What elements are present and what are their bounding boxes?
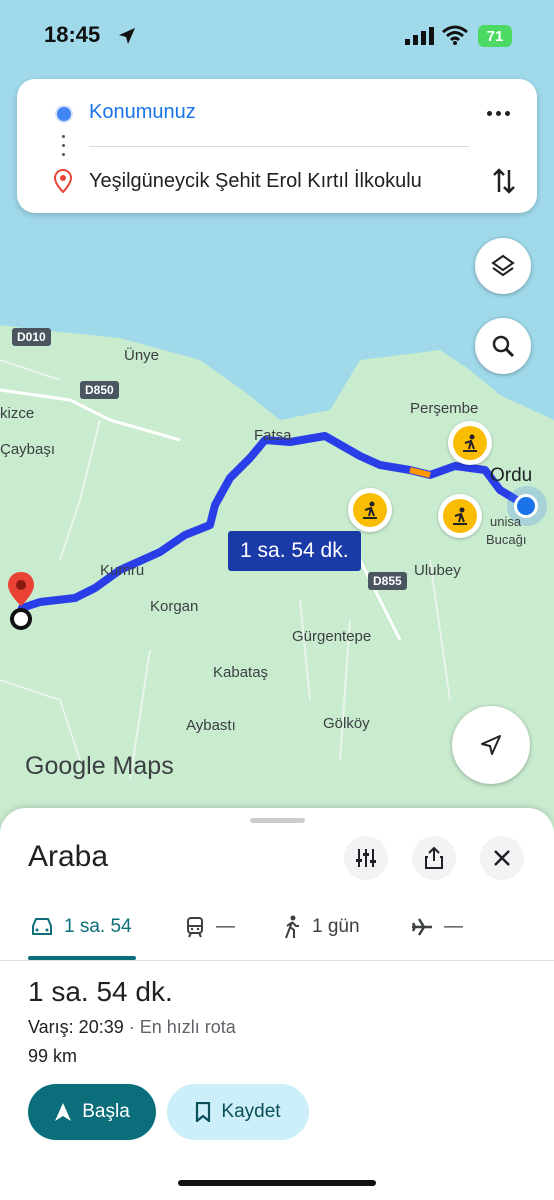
save-button[interactable]: Kaydet: [167, 1084, 309, 1140]
road-badge-d850: D850: [80, 381, 119, 399]
google-maps-logo: Google Maps: [25, 752, 174, 780]
tab-transit-label: —: [216, 916, 235, 937]
map-label-unisa: unisa: [490, 514, 522, 529]
location-arrow-icon: [118, 27, 136, 50]
airplane-icon: [411, 918, 432, 936]
destination-field[interactable]: Yeşilgüneycik Şehit Erol Kırtıl İlkokulu: [89, 170, 422, 193]
tab-walk[interactable]: 1 gün: [282, 912, 360, 942]
bookmark-icon: [196, 1102, 211, 1122]
train-icon: [187, 917, 203, 938]
map-label-kabatas: Kabataş: [213, 664, 269, 681]
navigation-icon: [55, 1103, 72, 1121]
route-eta-label[interactable]: 1 sa. 54 dk.: [228, 531, 361, 571]
start-button-label: Başla: [82, 1101, 130, 1122]
battery-level: 71: [486, 27, 504, 45]
more-options-icon[interactable]: [487, 105, 517, 121]
road-badge-d855: D855: [368, 572, 407, 590]
tab-walk-label: 1 gün: [312, 916, 360, 937]
car-icon: [32, 918, 52, 935]
map-label-ulubey: Ulubey: [414, 562, 461, 579]
sheet-title: Araba: [28, 840, 109, 873]
destination-pin-icon: [4, 570, 38, 637]
map-label-ordu: Ordu: [490, 465, 533, 486]
map-label-caybasi: Çaybaşı: [0, 441, 56, 458]
arrival-time: Varış: 20:39: [28, 1017, 124, 1037]
field-divider: [89, 146, 469, 147]
road-badge-d010: D010: [12, 328, 51, 346]
arrival-info: Varış: 20:39 · En hızlı rota: [28, 1017, 236, 1038]
tab-transit[interactable]: —: [184, 912, 235, 942]
sheet-drag-handle[interactable]: [250, 818, 305, 823]
map-label-fatsa: Fatsa: [254, 427, 292, 444]
tab-flight-label: —: [444, 916, 463, 937]
route-card: Konumunuz Yeşilgüneycik Şehit Erol Kırtı…: [17, 79, 537, 213]
status-time: 18:45: [44, 22, 101, 47]
navigation-arrow-icon: [481, 735, 501, 755]
signal-icon: [404, 27, 434, 50]
layers-button[interactable]: [475, 238, 531, 294]
close-button[interactable]: [480, 836, 524, 880]
map-label-golkoy: Gölköy: [323, 715, 370, 732]
walking-icon: [285, 915, 299, 939]
route-duration: 1 sa. 54 dk.: [28, 976, 173, 1007]
route-distance: 99 km: [28, 1046, 78, 1066]
save-button-label: Kaydet: [221, 1101, 281, 1122]
search-icon: [492, 335, 515, 358]
recenter-button[interactable]: [452, 706, 530, 784]
origin-dot-icon: [55, 105, 73, 123]
map-label-korgan: Korgan: [150, 598, 199, 615]
tabs-divider: [0, 960, 554, 961]
roadwork-icon[interactable]: [448, 421, 492, 465]
wifi-icon: [442, 25, 468, 50]
map-label-aybasti: Aybastı: [186, 717, 236, 734]
map-label-persembe: Perşembe: [410, 400, 479, 417]
map-label-kizce: kizce: [0, 405, 35, 422]
destination-pin-small-icon: [53, 168, 73, 198]
tab-car-label: 1 sa. 54: [64, 916, 132, 937]
close-icon: [494, 850, 510, 866]
map-label-bucagi: Bucağı: [486, 532, 527, 547]
fastest-route-note: · En hızlı rota: [128, 1017, 236, 1037]
battery-indicator: 71: [478, 25, 512, 47]
tab-flight[interactable]: —: [410, 912, 463, 942]
tune-icon: [356, 849, 376, 867]
home-indicator[interactable]: [178, 1180, 376, 1186]
start-button[interactable]: Başla: [28, 1084, 156, 1140]
search-button[interactable]: [475, 318, 531, 374]
share-button[interactable]: [412, 836, 456, 880]
origin-marker: [514, 494, 538, 518]
roadwork-icon[interactable]: [348, 488, 392, 532]
origin-field[interactable]: Konumunuz: [89, 101, 196, 124]
map-label-unye: Ünye: [124, 347, 160, 364]
map-label-kumru: Kumru: [100, 562, 145, 579]
swap-direction-icon[interactable]: [491, 166, 517, 201]
layers-icon: [491, 254, 515, 277]
tab-car[interactable]: 1 sa. 54: [30, 912, 132, 942]
route-options-button[interactable]: [344, 836, 388, 880]
roadwork-icon[interactable]: [438, 494, 482, 538]
share-icon: [425, 846, 443, 869]
map-label-gurgentepe: Gürgentepe: [292, 628, 372, 645]
